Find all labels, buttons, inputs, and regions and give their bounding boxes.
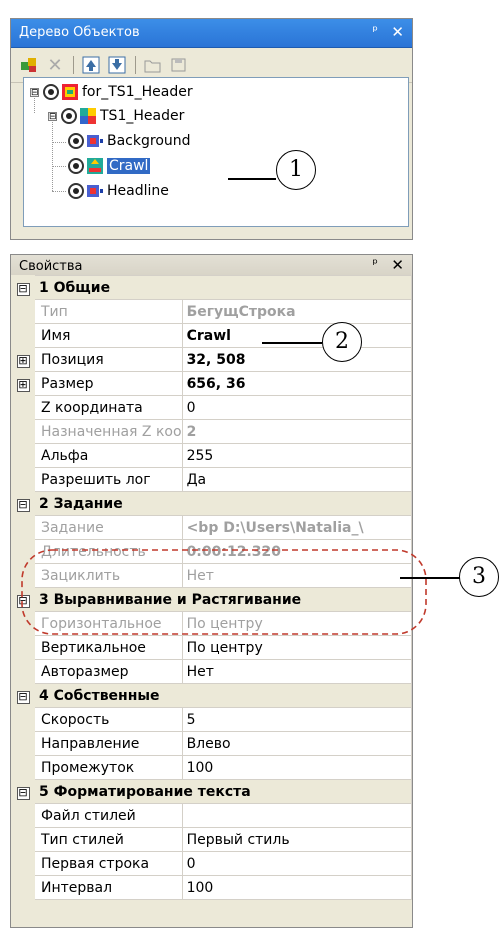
callout-3-leader <box>400 577 460 579</box>
callout-3: 3 <box>459 557 499 597</box>
highlight-ellipse <box>21 549 427 635</box>
